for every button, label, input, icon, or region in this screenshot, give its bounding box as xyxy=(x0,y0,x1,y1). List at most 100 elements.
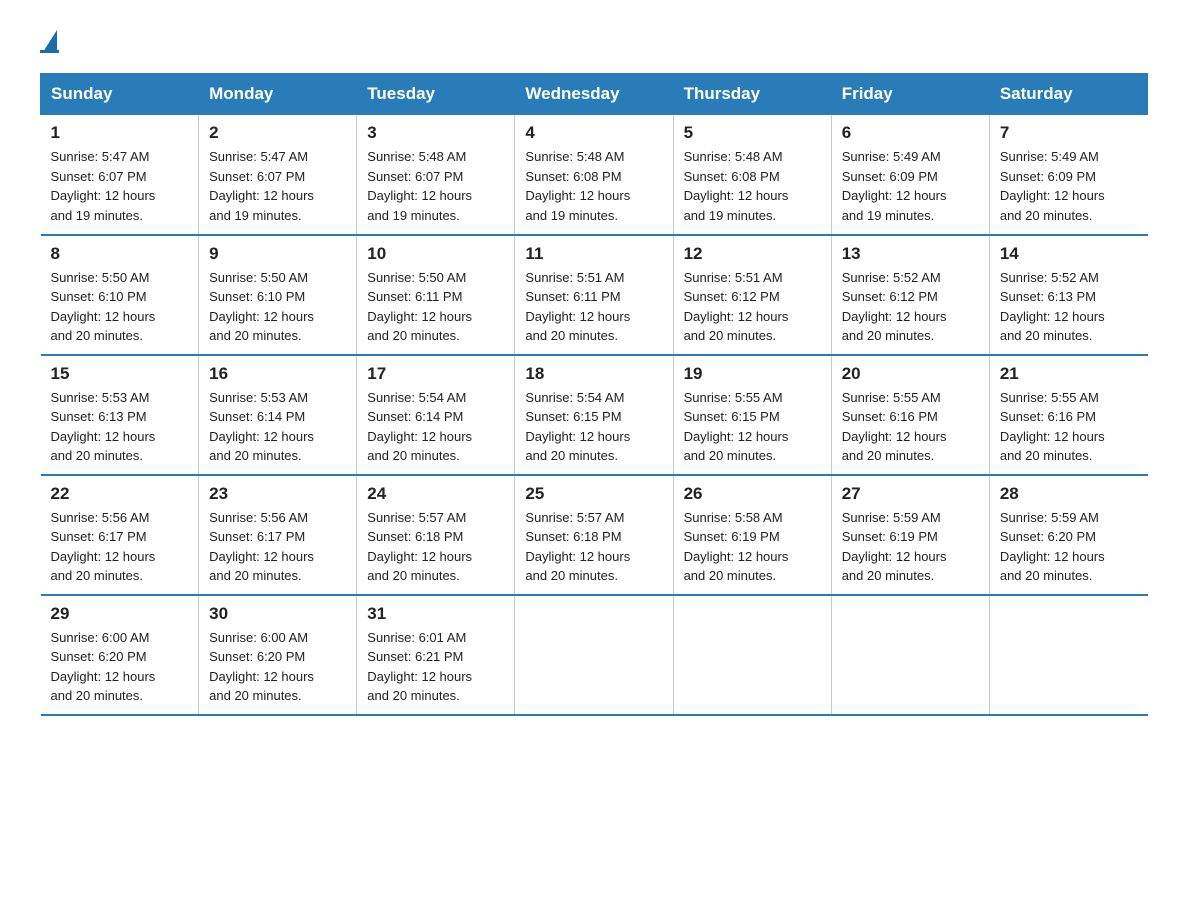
day-info: Sunrise: 5:55 AM Sunset: 6:16 PM Dayligh… xyxy=(1000,388,1138,466)
header-sunday: Sunday xyxy=(41,74,199,115)
calendar-cell: 4 Sunrise: 5:48 AM Sunset: 6:08 PM Dayli… xyxy=(515,115,673,235)
sunrise-label: Sunrise: 5:54 AM xyxy=(525,390,624,405)
daylight-minutes: and 20 minutes. xyxy=(51,328,144,343)
daylight-minutes: and 20 minutes. xyxy=(842,328,935,343)
day-info: Sunrise: 5:57 AM Sunset: 6:18 PM Dayligh… xyxy=(525,508,662,586)
daylight-label: Daylight: 12 hours xyxy=(209,309,314,324)
calendar-week-row: 15 Sunrise: 5:53 AM Sunset: 6:13 PM Dayl… xyxy=(41,355,1148,475)
sunset-label: Sunset: 6:08 PM xyxy=(525,169,621,184)
calendar-cell: 12 Sunrise: 5:51 AM Sunset: 6:12 PM Dayl… xyxy=(673,235,831,355)
sunrise-label: Sunrise: 5:54 AM xyxy=(367,390,466,405)
calendar-cell xyxy=(831,595,989,715)
daylight-label: Daylight: 12 hours xyxy=(51,549,156,564)
day-info: Sunrise: 5:50 AM Sunset: 6:10 PM Dayligh… xyxy=(209,268,346,346)
sunset-label: Sunset: 6:13 PM xyxy=(51,409,147,424)
day-number: 28 xyxy=(1000,484,1138,504)
sunrise-label: Sunrise: 5:57 AM xyxy=(525,510,624,525)
header-friday: Friday xyxy=(831,74,989,115)
day-number: 1 xyxy=(51,123,189,143)
daylight-label: Daylight: 12 hours xyxy=(51,309,156,324)
day-info: Sunrise: 5:51 AM Sunset: 6:11 PM Dayligh… xyxy=(525,268,662,346)
calendar-cell: 7 Sunrise: 5:49 AM Sunset: 6:09 PM Dayli… xyxy=(989,115,1147,235)
daylight-minutes: and 20 minutes. xyxy=(209,448,302,463)
sunrise-label: Sunrise: 5:55 AM xyxy=(842,390,941,405)
day-info: Sunrise: 5:53 AM Sunset: 6:13 PM Dayligh… xyxy=(51,388,189,466)
sunrise-label: Sunrise: 5:59 AM xyxy=(1000,510,1099,525)
sunset-label: Sunset: 6:16 PM xyxy=(1000,409,1096,424)
daylight-label: Daylight: 12 hours xyxy=(1000,309,1105,324)
daylight-label: Daylight: 12 hours xyxy=(842,188,947,203)
day-number: 3 xyxy=(367,123,504,143)
day-number: 22 xyxy=(51,484,189,504)
header-thursday: Thursday xyxy=(673,74,831,115)
calendar-cell: 8 Sunrise: 5:50 AM Sunset: 6:10 PM Dayli… xyxy=(41,235,199,355)
day-info: Sunrise: 5:56 AM Sunset: 6:17 PM Dayligh… xyxy=(51,508,189,586)
daylight-label: Daylight: 12 hours xyxy=(367,429,472,444)
day-info: Sunrise: 6:00 AM Sunset: 6:20 PM Dayligh… xyxy=(209,628,346,706)
day-number: 15 xyxy=(51,364,189,384)
daylight-minutes: and 19 minutes. xyxy=(51,208,144,223)
sunrise-label: Sunrise: 5:52 AM xyxy=(1000,270,1099,285)
sunrise-label: Sunrise: 5:53 AM xyxy=(209,390,308,405)
daylight-minutes: and 19 minutes. xyxy=(209,208,302,223)
day-info: Sunrise: 5:55 AM Sunset: 6:16 PM Dayligh… xyxy=(842,388,979,466)
day-number: 24 xyxy=(367,484,504,504)
logo-triangle-icon xyxy=(43,30,57,52)
logo xyxy=(40,30,59,53)
calendar-cell: 26 Sunrise: 5:58 AM Sunset: 6:19 PM Dayl… xyxy=(673,475,831,595)
day-number: 11 xyxy=(525,244,662,264)
sunrise-label: Sunrise: 5:51 AM xyxy=(684,270,783,285)
sunrise-label: Sunrise: 5:52 AM xyxy=(842,270,941,285)
calendar-cell: 25 Sunrise: 5:57 AM Sunset: 6:18 PM Dayl… xyxy=(515,475,673,595)
sunset-label: Sunset: 6:18 PM xyxy=(525,529,621,544)
page-header xyxy=(40,30,1148,53)
daylight-label: Daylight: 12 hours xyxy=(525,309,630,324)
calendar-cell xyxy=(515,595,673,715)
calendar-cell: 18 Sunrise: 5:54 AM Sunset: 6:15 PM Dayl… xyxy=(515,355,673,475)
calendar-cell: 11 Sunrise: 5:51 AM Sunset: 6:11 PM Dayl… xyxy=(515,235,673,355)
day-info: Sunrise: 5:59 AM Sunset: 6:19 PM Dayligh… xyxy=(842,508,979,586)
header-wednesday: Wednesday xyxy=(515,74,673,115)
day-info: Sunrise: 5:58 AM Sunset: 6:19 PM Dayligh… xyxy=(684,508,821,586)
day-number: 31 xyxy=(367,604,504,624)
sunset-label: Sunset: 6:20 PM xyxy=(209,649,305,664)
calendar-cell xyxy=(989,595,1147,715)
daylight-minutes: and 19 minutes. xyxy=(367,208,460,223)
sunset-label: Sunset: 6:12 PM xyxy=(684,289,780,304)
calendar-cell: 6 Sunrise: 5:49 AM Sunset: 6:09 PM Dayli… xyxy=(831,115,989,235)
day-info: Sunrise: 6:00 AM Sunset: 6:20 PM Dayligh… xyxy=(51,628,189,706)
day-info: Sunrise: 5:49 AM Sunset: 6:09 PM Dayligh… xyxy=(842,147,979,225)
day-info: Sunrise: 5:50 AM Sunset: 6:10 PM Dayligh… xyxy=(51,268,189,346)
calendar-cell: 27 Sunrise: 5:59 AM Sunset: 6:19 PM Dayl… xyxy=(831,475,989,595)
daylight-label: Daylight: 12 hours xyxy=(367,669,472,684)
sunset-label: Sunset: 6:19 PM xyxy=(684,529,780,544)
daylight-label: Daylight: 12 hours xyxy=(525,429,630,444)
sunset-label: Sunset: 6:16 PM xyxy=(842,409,938,424)
daylight-minutes: and 20 minutes. xyxy=(525,568,618,583)
daylight-minutes: and 20 minutes. xyxy=(525,448,618,463)
calendar-table: SundayMondayTuesdayWednesdayThursdayFrid… xyxy=(40,73,1148,716)
calendar-cell: 2 Sunrise: 5:47 AM Sunset: 6:07 PM Dayli… xyxy=(199,115,357,235)
daylight-label: Daylight: 12 hours xyxy=(209,429,314,444)
daylight-minutes: and 20 minutes. xyxy=(209,688,302,703)
calendar-cell: 20 Sunrise: 5:55 AM Sunset: 6:16 PM Dayl… xyxy=(831,355,989,475)
daylight-label: Daylight: 12 hours xyxy=(51,429,156,444)
daylight-label: Daylight: 12 hours xyxy=(51,188,156,203)
day-number: 8 xyxy=(51,244,189,264)
daylight-label: Daylight: 12 hours xyxy=(842,309,947,324)
calendar-cell: 13 Sunrise: 5:52 AM Sunset: 6:12 PM Dayl… xyxy=(831,235,989,355)
daylight-label: Daylight: 12 hours xyxy=(367,309,472,324)
daylight-label: Daylight: 12 hours xyxy=(1000,188,1105,203)
day-number: 26 xyxy=(684,484,821,504)
sunset-label: Sunset: 6:20 PM xyxy=(51,649,147,664)
day-number: 7 xyxy=(1000,123,1138,143)
sunset-label: Sunset: 6:09 PM xyxy=(1000,169,1096,184)
day-number: 29 xyxy=(51,604,189,624)
sunrise-label: Sunrise: 5:57 AM xyxy=(367,510,466,525)
sunset-label: Sunset: 6:15 PM xyxy=(525,409,621,424)
day-info: Sunrise: 5:59 AM Sunset: 6:20 PM Dayligh… xyxy=(1000,508,1138,586)
sunrise-label: Sunrise: 5:56 AM xyxy=(51,510,150,525)
sunrise-label: Sunrise: 5:48 AM xyxy=(684,149,783,164)
daylight-minutes: and 20 minutes. xyxy=(1000,568,1093,583)
sunrise-label: Sunrise: 5:58 AM xyxy=(684,510,783,525)
